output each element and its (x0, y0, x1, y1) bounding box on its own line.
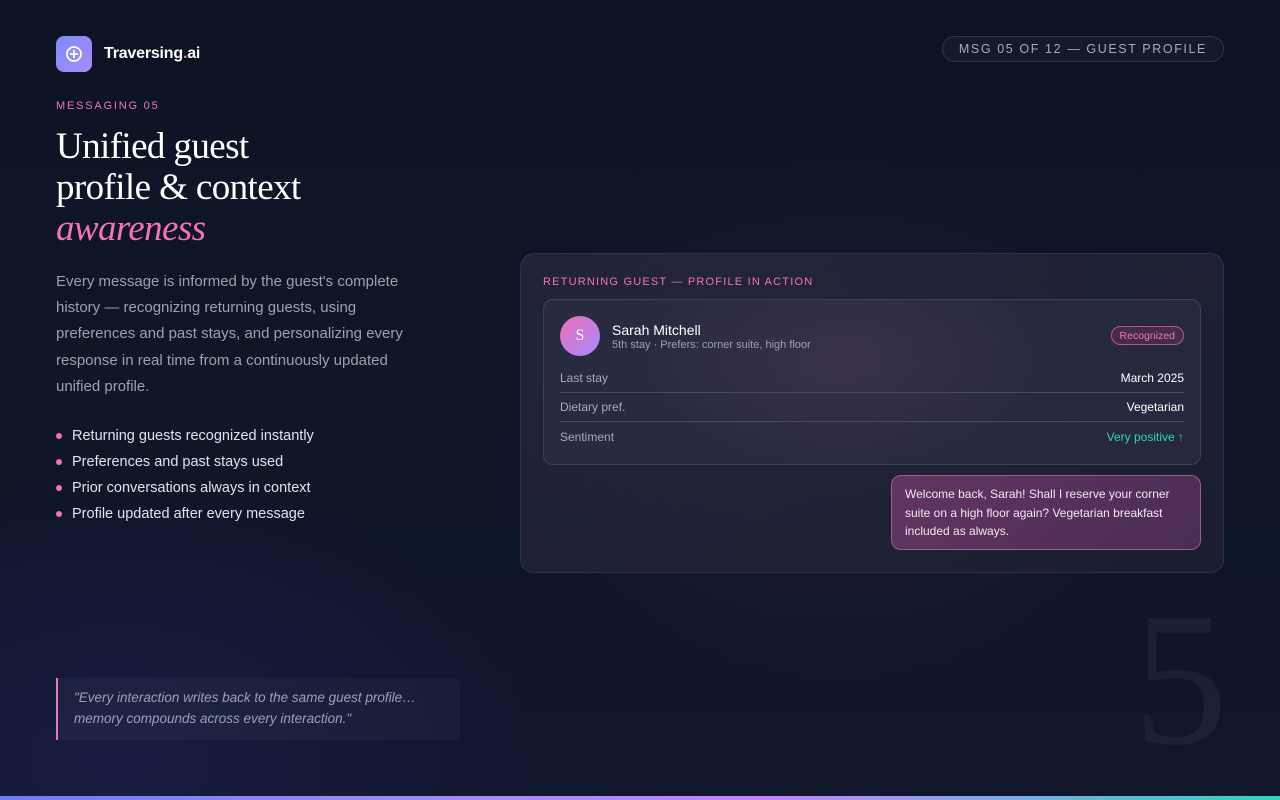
status-badge: Recognized (1110, 326, 1184, 345)
section-eyebrow: MESSAGING 05 (56, 100, 160, 112)
bullet-dot-icon (56, 459, 62, 465)
info-row-dietary: Dietary pref. Vegetarian (560, 393, 1184, 422)
pull-quote: "Every interaction writes back to the sa… (56, 678, 460, 740)
feature-item: Profile updated after every message (56, 501, 314, 527)
description: Every message is informed by the guest's… (56, 273, 403, 395)
guest-meta: 5th stay · Prefers: corner suite, high f… (612, 339, 811, 351)
guest-name: Sarah Mitchell (612, 322, 701, 338)
assistant-reply-bubble: Welcome back, Sarah! Shall I reserve you… (891, 475, 1201, 550)
avatar: S (560, 316, 600, 356)
bottom-accent-bar (0, 796, 1280, 800)
feature-list: Returning guests recognized instantly Pr… (56, 423, 314, 527)
profile-demo-panel: RETURNING GUEST — PROFILE IN ACTION S Sa… (520, 253, 1224, 573)
feature-item: Returning guests recognized instantly (56, 423, 314, 449)
panel-title: RETURNING GUEST — PROFILE IN ACTION (543, 276, 814, 288)
bullet-dot-icon (56, 433, 62, 439)
brand: Traversing.ai (56, 36, 200, 72)
bullet-dot-icon (56, 511, 62, 517)
message-counter-badge: MSG 05 OF 12 — GUEST PROFILE (941, 36, 1224, 62)
bullet-dot-icon (56, 485, 62, 491)
feature-item: Preferences and past stays used (56, 449, 314, 475)
guest-profile-card: S Sarah Mitchell 5th stay · Prefers: cor… (543, 299, 1201, 465)
feature-item: Prior conversations always in context (56, 475, 314, 501)
page-title: Unified guest profile & context awarenes… (56, 126, 476, 249)
headline-accent: awareness (56, 208, 206, 249)
info-row-sentiment: Sentiment Very positive ↑ (560, 429, 1184, 444)
sentiment-value: Very positive ↑ (1106, 429, 1184, 444)
info-row-last-stay: Last stay March 2025 (560, 364, 1184, 393)
brand-name: Traversing.ai (104, 45, 201, 62)
slide-number: 5 (1133, 575, 1228, 785)
plus-circle-icon (56, 36, 92, 72)
